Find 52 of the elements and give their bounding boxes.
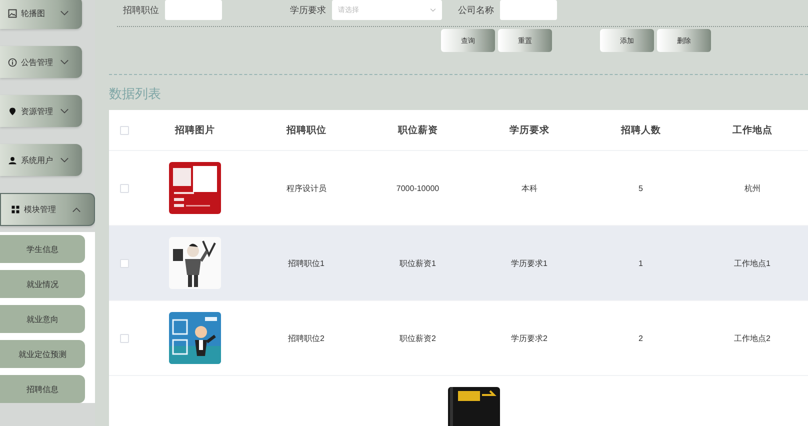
table-cell: 工作地点1 [734,258,770,268]
input-field[interactable] [500,0,557,20]
table-cell: 1 [638,258,643,268]
column-header: 职位薪资 [398,124,438,136]
checkbox[interactable] [120,184,128,192]
table-cell: 本科 [521,182,538,194]
checkbox[interactable] [120,126,128,134]
chevron-down-icon [60,157,69,163]
column-header: 招聘图片 [174,124,215,136]
chevron-down-icon [60,10,69,16]
info-icon [8,58,17,66]
chevron-down-icon [60,108,69,114]
location-pin-icon [8,106,17,116]
submenu-item[interactable]: 就业定位预测 [0,340,85,368]
submenu-item[interactable]: 招聘信息 [0,375,85,403]
table-cell: 招聘职位1 [288,258,324,268]
checkbox[interactable] [120,258,128,268]
user-icon [8,156,17,164]
table-cell: 工作地点2 [734,332,770,344]
field-label: 招聘职位 [123,4,159,16]
table-cell: 学历要求2 [511,332,548,344]
chevron-down-icon [60,59,69,65]
field-label: 公司名称 [458,4,494,16]
field-label: 学历要求 [290,4,326,16]
table-cell: 招聘职位2 [288,332,324,344]
column-header: 学历要求 [509,124,550,136]
submenu-item[interactable]: 学生信息 [0,235,85,263]
menu-item[interactable]: 系统用户 [0,144,82,176]
column-header: 工作地点 [732,124,772,136]
menu-item[interactable]: 资源管理 [0,95,82,127]
input-field[interactable] [165,0,222,20]
menu-item[interactable]: 公告管理 [0,46,82,78]
column-header: 招聘职位 [286,124,326,136]
grid-icon [11,205,20,214]
column-header: 招聘人数 [620,124,661,136]
table-cell: 杭州 [744,182,760,194]
checkbox[interactable] [120,334,128,342]
submenu-item[interactable]: 就业情况 [0,270,85,298]
chevron-down-icon [430,8,436,12]
chevron-up-icon [72,206,81,212]
submenu-item[interactable]: 就业意向 [0,305,85,333]
menu-item[interactable]: 轮播图 [0,0,82,29]
table-cell: 职位薪资2 [400,332,436,344]
image-icon [8,8,17,18]
menu-item[interactable]: 模块管理 [0,193,95,226]
table-cell: 学历要求1 [511,258,548,268]
table-cell: 程序设计员 [286,182,326,194]
list-title: 数据列表 [109,85,162,103]
table-cell: 5 [638,184,643,192]
table-cell: 2 [638,334,643,342]
table-cell: 7000-10000 [396,184,440,192]
table-cell: 职位薪资1 [400,258,436,268]
